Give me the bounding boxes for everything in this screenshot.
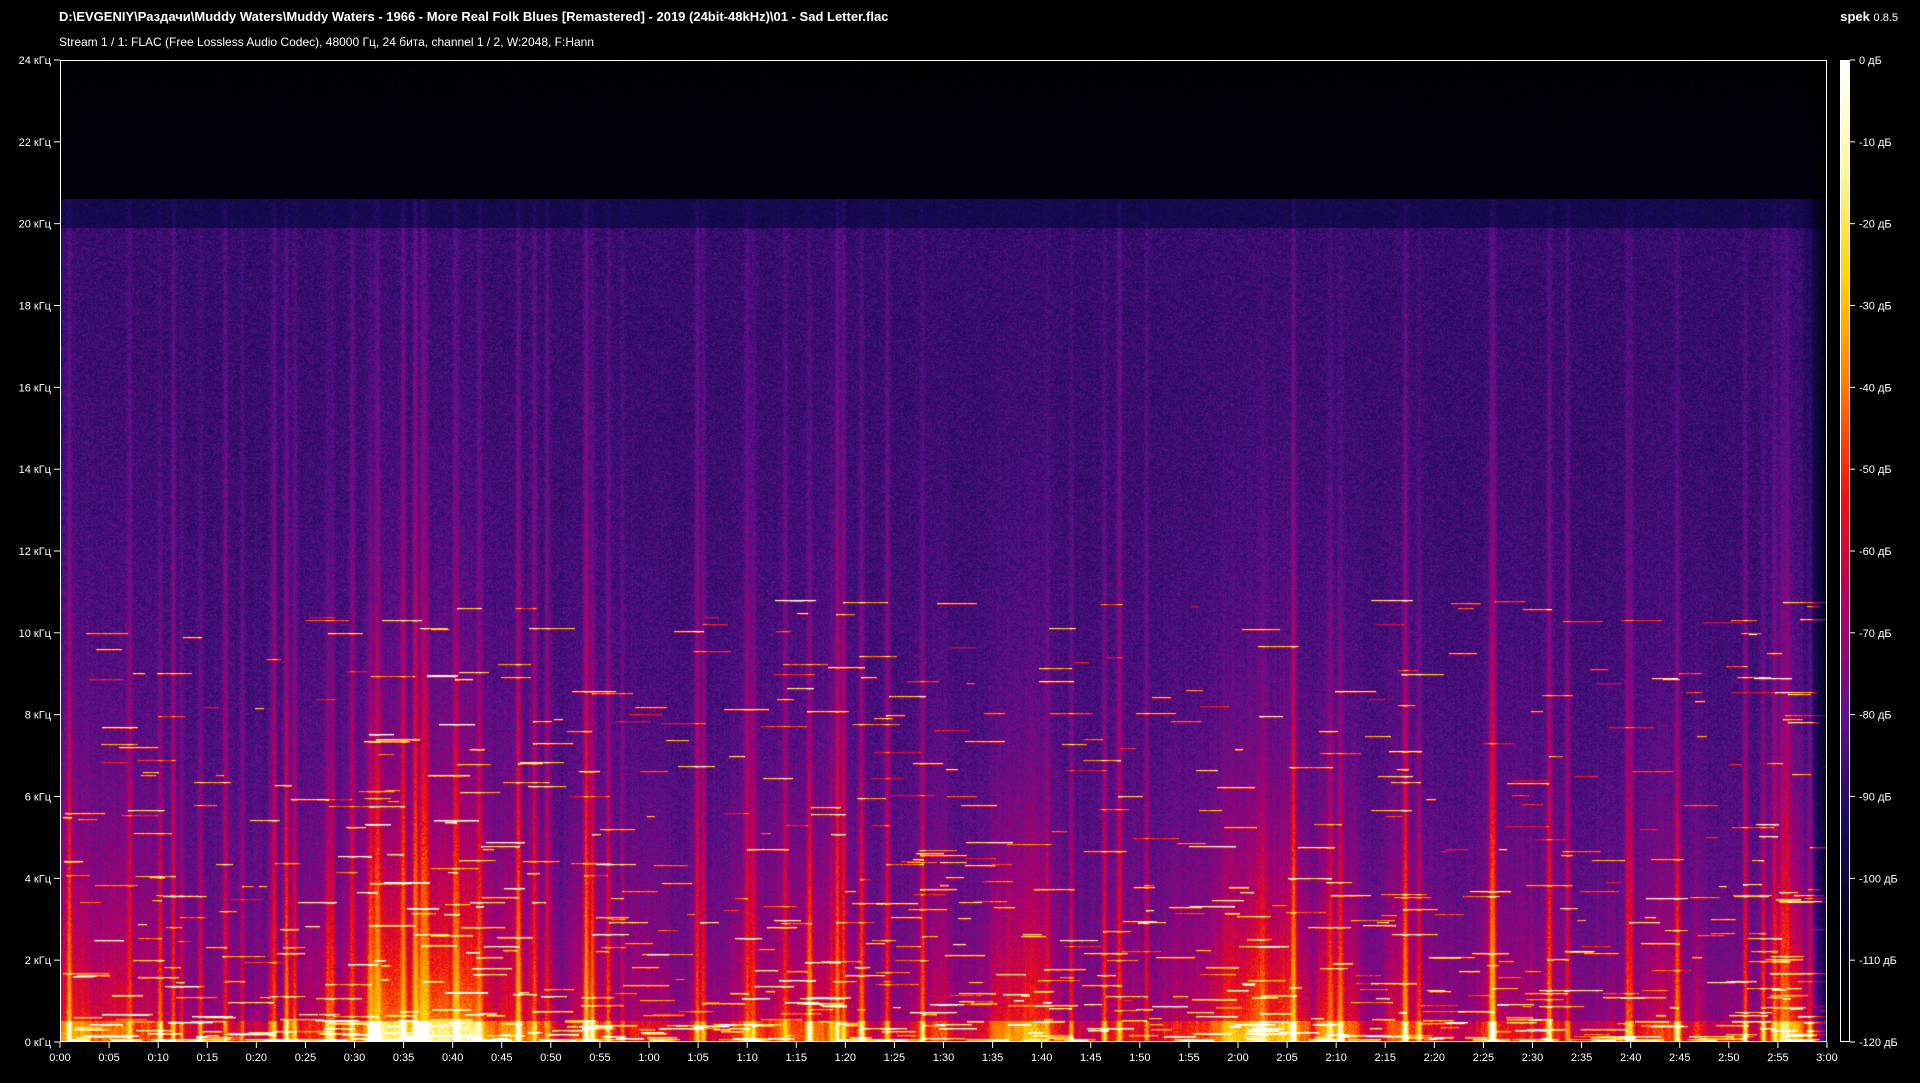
axes-overlay: 24 кГц 22 кГц 20 кГц 18 кГц 16 кГц 14 кГц 12 к… [19,55,1898,1064]
time-tick-label: 0:40 [442,1052,463,1064]
time-tick-label: 0:35 [393,1052,414,1064]
frequency-tick-label: 16 кГц [19,382,52,394]
db-tick-label: -70 дБ [1859,628,1892,640]
time-tick-label: 0:10 [147,1052,168,1064]
time-tick-label: 1:50 [1129,1052,1150,1064]
time-tick-label: 0:15 [197,1052,218,1064]
time-tick-label: 1:05 [687,1052,708,1064]
db-tick-label: -10 дБ [1859,137,1892,149]
time-axis: 0:00 0:05 0:10 0:15 0:20 0:25 0:30 0:35 0:40 0:45… [49,1042,1838,1064]
time-tick-label: 1:35 [982,1052,1003,1064]
time-tick-label: 1:30 [933,1052,954,1064]
spek-window: D:\EVGENIY\Раздачи\Muddy Waters\Muddy Wa… [0,0,1920,1083]
db-tick-label: -20 дБ [1859,219,1892,231]
time-tick-label: 2:25 [1473,1052,1494,1064]
db-tick-label: -80 дБ [1859,710,1892,722]
time-tick-label: 2:05 [1276,1052,1297,1064]
db-tick-label: -60 дБ [1859,546,1892,558]
db-tick-label: -30 дБ [1859,301,1892,313]
time-tick-label: 1:40 [1031,1052,1052,1064]
frequency-tick-label: 18 кГц [19,301,52,313]
time-tick-label: 1:55 [1178,1052,1199,1064]
time-tick-label: 2:30 [1522,1052,1543,1064]
time-tick-label: 0:05 [98,1052,119,1064]
time-tick-label: 3:00 [1816,1052,1837,1064]
time-tick-label: 2:35 [1571,1052,1592,1064]
db-tick-label: 0 дБ [1859,55,1882,67]
frequency-tick-label: 14 кГц [19,464,52,476]
time-tick-label: 0:25 [295,1052,316,1064]
time-tick-label: 2:00 [1227,1052,1248,1064]
time-tick-label: 2:45 [1669,1052,1690,1064]
db-tick-label: -110 дБ [1859,955,1897,967]
time-tick-label: 0:00 [49,1052,70,1064]
frequency-tick-label: 6 кГц [25,792,52,804]
frequency-tick-label: 22 кГц [19,137,52,149]
frequency-tick-label: 10 кГц [19,628,52,640]
time-tick-label: 2:15 [1375,1052,1396,1064]
time-tick-label: 2:40 [1620,1052,1641,1064]
time-tick-label: 0:45 [491,1052,512,1064]
db-scale-axis: 0 дБ -10 дБ -20 дБ -30 дБ -40 дБ -50 дБ -60 дБ… [1850,55,1898,1049]
time-tick-label: 1:15 [786,1052,807,1064]
time-tick-label: 0:30 [344,1052,365,1064]
time-tick-label: 2:55 [1767,1052,1788,1064]
db-tick-label: -40 дБ [1859,382,1892,394]
db-tick-label: -120 дБ [1859,1037,1898,1049]
time-tick-label: 0:20 [246,1052,267,1064]
time-tick-label: 2:50 [1718,1052,1739,1064]
frequency-tick-label: 12 кГц [19,546,52,558]
frequency-axis: 24 кГц 22 кГц 20 кГц 18 кГц 16 кГц 14 кГц 12 к… [19,55,60,1049]
time-tick-label: 0:55 [589,1052,610,1064]
frequency-tick-label: 4 кГц [25,873,52,885]
time-tick-label: 1:45 [1080,1052,1101,1064]
db-tick-label: -100 дБ [1859,873,1898,885]
time-tick-label: 1:00 [638,1052,659,1064]
frequency-tick-label: 20 кГц [19,219,52,231]
time-tick-label: 1:10 [736,1052,757,1064]
time-tick-label: 2:10 [1325,1052,1346,1064]
frequency-tick-label: 8 кГц [25,710,52,722]
time-tick-label: 0:50 [540,1052,561,1064]
frequency-tick-label: 2 кГц [25,955,52,967]
time-tick-label: 1:25 [884,1052,905,1064]
frequency-tick-label: 24 кГц [19,55,52,67]
time-tick-label: 2:20 [1424,1052,1445,1064]
time-tick-label: 1:20 [835,1052,856,1064]
frequency-tick-label: 0 кГц [25,1037,52,1049]
db-tick-label: -90 дБ [1859,792,1892,804]
db-tick-label: -50 дБ [1859,464,1892,476]
